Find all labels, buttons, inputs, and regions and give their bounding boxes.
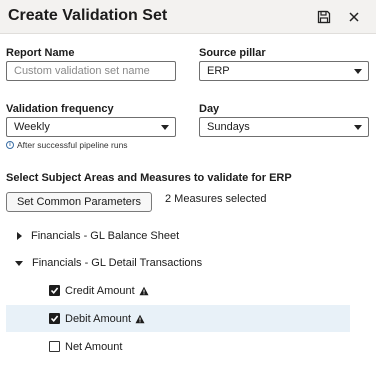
tree-item-label: Financials - GL Balance Sheet <box>31 230 180 242</box>
dialog-title: Create Validation Set <box>8 7 168 24</box>
source-pillar-select[interactable]: ERP <box>199 61 369 81</box>
measure-credit-amount[interactable]: Credit Amount <box>6 277 350 304</box>
tree-item-label: Financials - GL Detail Transactions <box>32 257 203 269</box>
expand-arrow-icon[interactable] <box>17 232 22 240</box>
measure-debit-amount[interactable]: Debit Amount <box>6 305 350 332</box>
dialog-header: Create Validation Set <box>0 0 376 34</box>
chevron-down-icon <box>354 69 362 74</box>
check-icon <box>50 287 59 295</box>
check-icon <box>50 315 59 323</box>
save-icon <box>317 10 331 24</box>
measure-net-amount[interactable]: Net Amount <box>6 333 350 360</box>
report-name-input[interactable] <box>14 62 175 80</box>
chevron-down-icon <box>161 125 169 130</box>
report-name-field[interactable] <box>6 61 176 81</box>
measures-selected-count: 2 Measures selected <box>165 193 267 205</box>
warning-icon <box>135 314 145 323</box>
measure-label: Credit Amount <box>65 284 135 297</box>
set-common-parameters-button[interactable]: Set Common Parameters <box>6 192 152 212</box>
info-icon: i <box>6 141 14 149</box>
source-pillar-value: ERP <box>207 65 230 77</box>
checkbox-checked[interactable] <box>49 313 60 324</box>
measure-label: Debit Amount <box>65 312 132 325</box>
frequency-hint: i After successful pipeline runs <box>6 140 128 150</box>
day-value: Sundays <box>207 121 250 133</box>
frequency-hint-text: After successful pipeline runs <box>17 140 128 150</box>
source-pillar-label: Source pillar <box>199 47 266 59</box>
frequency-value: Weekly <box>14 121 50 133</box>
collapse-arrow-icon[interactable] <box>15 260 23 266</box>
close-button[interactable] <box>343 6 365 28</box>
measure-label: Net Amount <box>65 340 123 353</box>
close-icon <box>349 12 359 22</box>
checkbox-unchecked[interactable] <box>49 341 60 352</box>
checkbox-checked[interactable] <box>49 285 60 296</box>
day-label: Day <box>199 103 220 115</box>
save-button[interactable] <box>313 6 335 28</box>
tree-item-gl-detail-transactions[interactable]: Financials - GL Detail Transactions <box>0 252 376 274</box>
day-select[interactable]: Sundays <box>199 117 369 137</box>
warning-icon <box>139 286 149 295</box>
tree-item-gl-balance-sheet[interactable]: Financials - GL Balance Sheet <box>0 225 376 247</box>
section-heading: Select Subject Areas and Measures to val… <box>6 172 292 184</box>
report-name-label: Report Name <box>6 47 75 59</box>
frequency-select[interactable]: Weekly <box>6 117 176 137</box>
chevron-down-icon <box>354 125 362 130</box>
frequency-label: Validation frequency <box>6 103 114 115</box>
